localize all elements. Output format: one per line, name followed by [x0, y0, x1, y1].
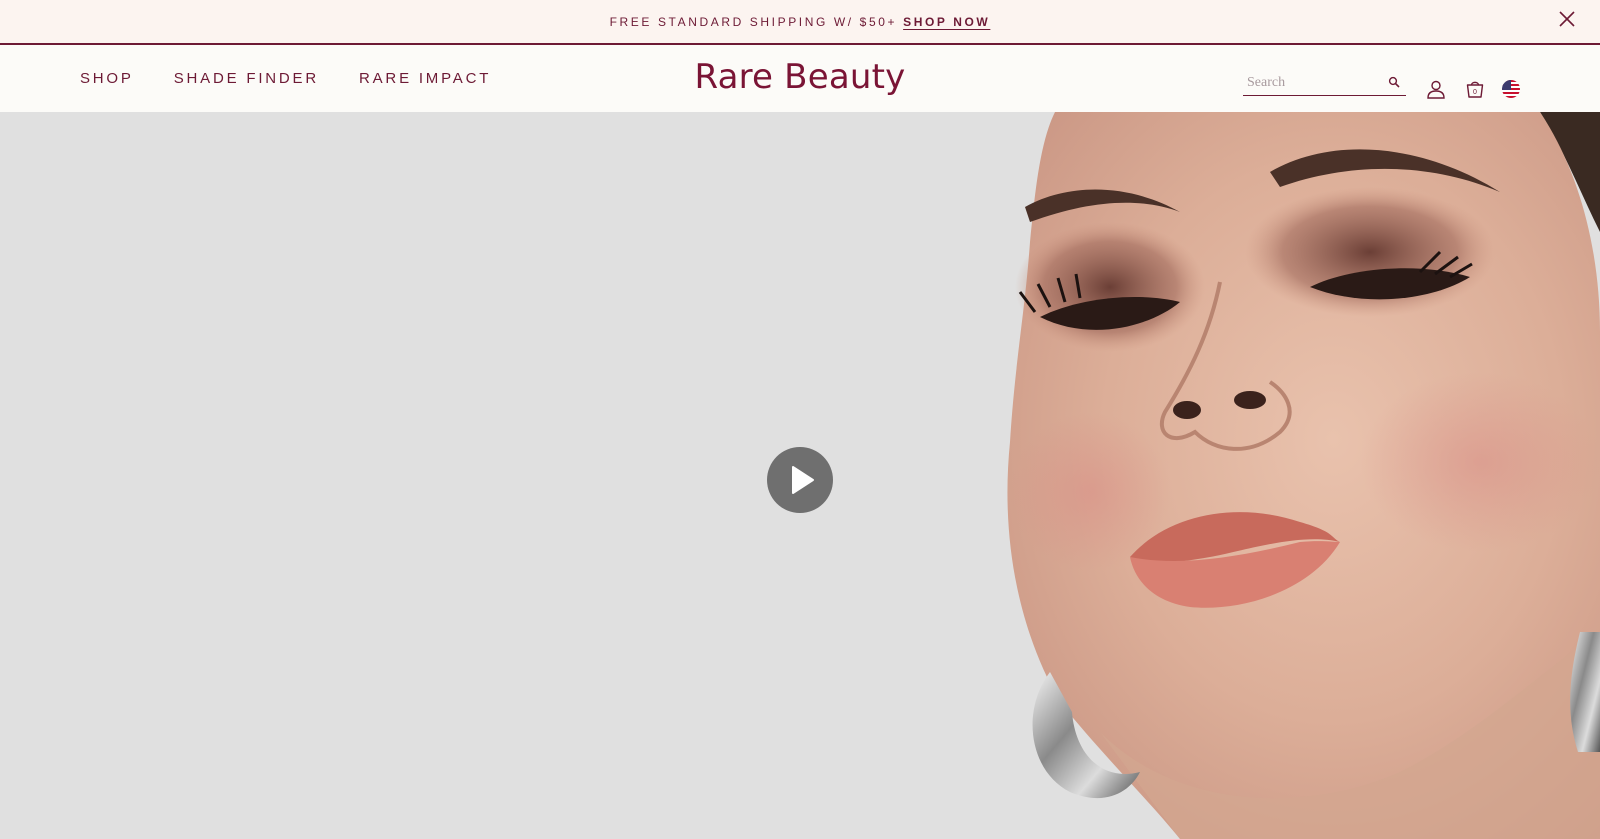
- nav-shop[interactable]: SHOP: [80, 70, 134, 87]
- announcement-bar: FREE STANDARD SHIPPING W/ $50+ SHOP NOW: [0, 0, 1600, 45]
- nav-rare-impact[interactable]: RARE IMPACT: [359, 70, 491, 87]
- model-closeup-photo: [1007, 112, 1600, 839]
- user-icon[interactable]: [1426, 79, 1446, 99]
- nav-shade-finder[interactable]: SHADE FINDER: [174, 70, 319, 87]
- shopping-bag-icon[interactable]: 0: [1465, 79, 1485, 99]
- announcement-content: FREE STANDARD SHIPPING W/ $50+ SHOP NOW: [0, 0, 1600, 43]
- us-flag-icon[interactable]: [1502, 80, 1520, 98]
- hero-video[interactable]: [0, 112, 1600, 839]
- close-icon[interactable]: [1558, 10, 1576, 28]
- site-logo[interactable]: Rare Beauty: [640, 57, 960, 97]
- cart-count: 0: [1473, 89, 1477, 96]
- site-header: SHOP SHADE FINDER RARE IMPACT Rare Beaut…: [0, 45, 1600, 112]
- play-icon: [792, 466, 814, 494]
- play-button[interactable]: [767, 447, 833, 513]
- search-icon[interactable]: [1388, 76, 1400, 88]
- main-nav: SHOP SHADE FINDER RARE IMPACT: [80, 45, 531, 112]
- announcement-message: FREE STANDARD SHIPPING W/ $50+: [609, 14, 898, 29]
- search-field: [1243, 72, 1406, 96]
- shop-now-link[interactable]: SHOP NOW: [903, 15, 990, 29]
- search-input[interactable]: [1243, 72, 1373, 94]
